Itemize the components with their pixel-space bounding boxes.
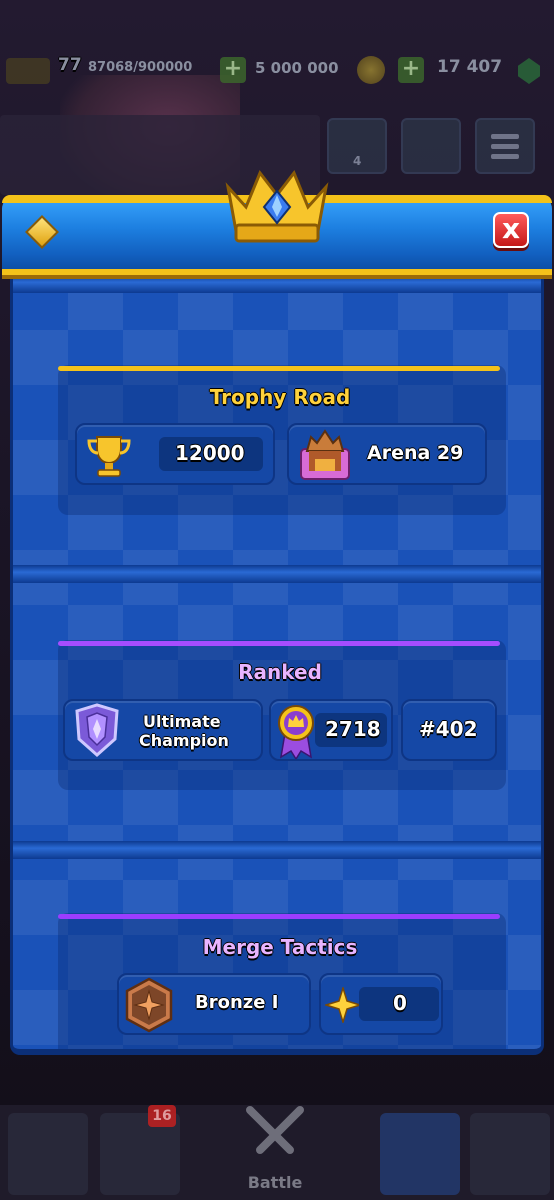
trophy-count-card: 12000 <box>75 423 275 485</box>
top-separator <box>13 275 541 293</box>
xp-progress: 87068/900000 <box>88 60 193 75</box>
merge-league-card[interactable]: Bronze I <box>117 973 311 1035</box>
merge-points-card: 0 <box>319 973 443 1035</box>
add-gold-button[interactable]: + <box>398 57 424 83</box>
arena-card[interactable]: Arena 29 <box>287 423 487 485</box>
gold-coin-icon <box>357 56 385 84</box>
ranked-position-card: #402 <box>401 699 497 761</box>
player-level: 77 <box>58 55 82 75</box>
ranked-league-card[interactable]: Ultimate Champion <box>63 699 263 761</box>
ranked-league-line1: Ultimate <box>143 712 221 731</box>
trophy-road-title: Trophy Road <box>209 385 351 409</box>
arena-name: Arena 29 <box>367 442 464 464</box>
ranked-position: #402 <box>419 717 478 741</box>
close-icon: x <box>501 212 521 245</box>
bronze-league-icon <box>125 977 173 1033</box>
gold-amount: 5 000 000 <box>255 59 339 77</box>
menu-button[interactable] <box>475 118 535 174</box>
nav-battle[interactable]: Battle <box>200 1105 350 1200</box>
friends-count: 4 <box>353 154 362 168</box>
ranked-league-line2: Champion <box>139 731 229 750</box>
lower-separator <box>13 841 541 859</box>
merge-league-name: Bronze I <box>195 992 279 1013</box>
merge-tactics-line <box>58 914 500 919</box>
ranked-medal-icon <box>278 705 314 759</box>
arena-icon <box>300 429 350 480</box>
ranked-rating: 2718 <box>325 717 381 741</box>
bottom-navigation: 16 Battle <box>0 1105 554 1200</box>
cards-badge: 16 <box>148 1105 176 1127</box>
news-button[interactable] <box>401 118 461 174</box>
crown-icon <box>225 170 329 243</box>
gold-diamond-icon <box>25 215 59 249</box>
nav-social[interactable] <box>380 1113 460 1195</box>
resource-bar: 77 87068/900000 + 5 000 000 + 17 407 <box>0 52 554 90</box>
gems-amount: 17 407 <box>437 57 503 77</box>
modal-body: Trophy Road 12000 Arena 29 Ranked Ultima… <box>10 275 544 1055</box>
sparkle-icon <box>325 987 361 1023</box>
nav-shop[interactable] <box>8 1113 88 1195</box>
merge-points: 0 <box>393 991 407 1015</box>
ultimate-champion-badge-icon <box>75 703 119 758</box>
ranked-title: Ranked <box>238 660 322 684</box>
trophy-icon <box>87 436 131 477</box>
battle-label: Battle <box>247 1173 303 1192</box>
ranked-rating-card: 2718 <box>269 699 393 761</box>
close-button[interactable]: x <box>493 212 529 248</box>
gem-icon <box>518 58 540 84</box>
ranked-line <box>58 641 500 646</box>
merge-tactics-title: Merge Tactics <box>202 935 358 959</box>
crossed-swords-icon <box>246 1106 304 1154</box>
trophy-road-line <box>58 366 500 371</box>
middle-separator <box>13 565 541 583</box>
menu-icon <box>491 134 519 159</box>
leagues-modal: Trophy Road 12000 Arena 29 Ranked Ultima… <box>2 170 552 1060</box>
xp-icon <box>6 58 50 84</box>
nav-events[interactable] <box>470 1113 550 1195</box>
friends-button[interactable]: 4 <box>327 118 387 174</box>
trophy-count: 12000 <box>175 441 245 465</box>
add-xp-button[interactable]: + <box>220 57 246 83</box>
